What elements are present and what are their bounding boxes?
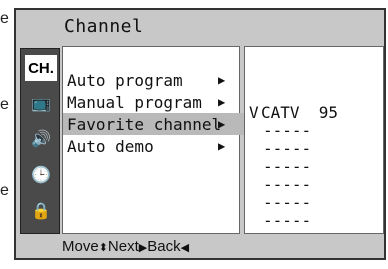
help-next-label: Next xyxy=(107,238,139,255)
menu-item-label: Auto program xyxy=(67,70,183,90)
menu-item-label: Manual program xyxy=(67,92,202,112)
category-icon-column: CH. 📺 🔊 🕒 🔒 xyxy=(20,48,60,234)
menu-item-auto-demo[interactable]: Auto demo ▶ xyxy=(63,135,263,157)
side-text-letter: e xyxy=(0,96,9,113)
menu-item-auto-program[interactable]: Auto program ▶ xyxy=(63,69,263,91)
menu-item-label: Favorite channel xyxy=(67,114,222,134)
menu-title: Channel xyxy=(64,16,144,37)
arrow-right-icon: ▶ xyxy=(218,73,226,87)
favorite-slot[interactable]: ----- xyxy=(263,139,311,158)
favorite-slot[interactable]: ----- xyxy=(263,175,311,194)
channel-icon[interactable]: CH. xyxy=(25,55,57,81)
favorite-slot[interactable]: ----- xyxy=(263,211,311,230)
arrow-right-icon: ▶ xyxy=(218,139,226,153)
osd-screen: Channel CH. 📺 🔊 🕒 🔒 Auto program ▶ Manua… xyxy=(14,8,386,260)
favorite-slot-1[interactable]: CATV 95 xyxy=(261,103,338,122)
side-text-letter: e xyxy=(0,182,9,199)
menu-item-manual-program[interactable]: Manual program ▶ xyxy=(63,91,263,113)
arrow-right-icon: ▶ xyxy=(218,95,226,109)
picture-icon[interactable]: 📺 xyxy=(25,89,57,115)
menu-item-label: Auto demo xyxy=(67,136,154,156)
menu-item-favorite-channel[interactable]: Favorite channel ▶ xyxy=(63,113,263,135)
clock-icon[interactable]: 🕒 xyxy=(25,161,57,187)
side-text-letter: e xyxy=(0,10,9,27)
arrow-right-icon: ▶ xyxy=(138,242,148,254)
selection-check-mark: V xyxy=(249,103,259,122)
arrow-left-icon: ◀ xyxy=(180,242,190,254)
arrow-right-icon: ▶ xyxy=(218,117,226,131)
lock-icon[interactable]: 🔒 xyxy=(25,197,57,223)
up-down-arrow-icon: ⬍ xyxy=(98,242,108,254)
channel-menu-panel: Auto program ▶ Manual program ▶ Favorite… xyxy=(62,46,263,234)
favorite-channel-panel: V CATV 95 ----- ----- ----- ----- ----- … xyxy=(244,46,384,234)
help-back-label: Back xyxy=(147,238,181,255)
favorite-slot[interactable]: ----- xyxy=(263,121,311,140)
help-move-label: Move xyxy=(62,238,99,255)
favorite-slot[interactable]: ----- xyxy=(263,157,311,176)
side-text-fragment: e e e xyxy=(0,10,10,224)
favorite-slot[interactable]: ----- xyxy=(263,193,311,212)
help-bar: Move⬍Next▶Back◀ xyxy=(62,238,189,255)
sound-icon[interactable]: 🔊 xyxy=(25,125,57,151)
